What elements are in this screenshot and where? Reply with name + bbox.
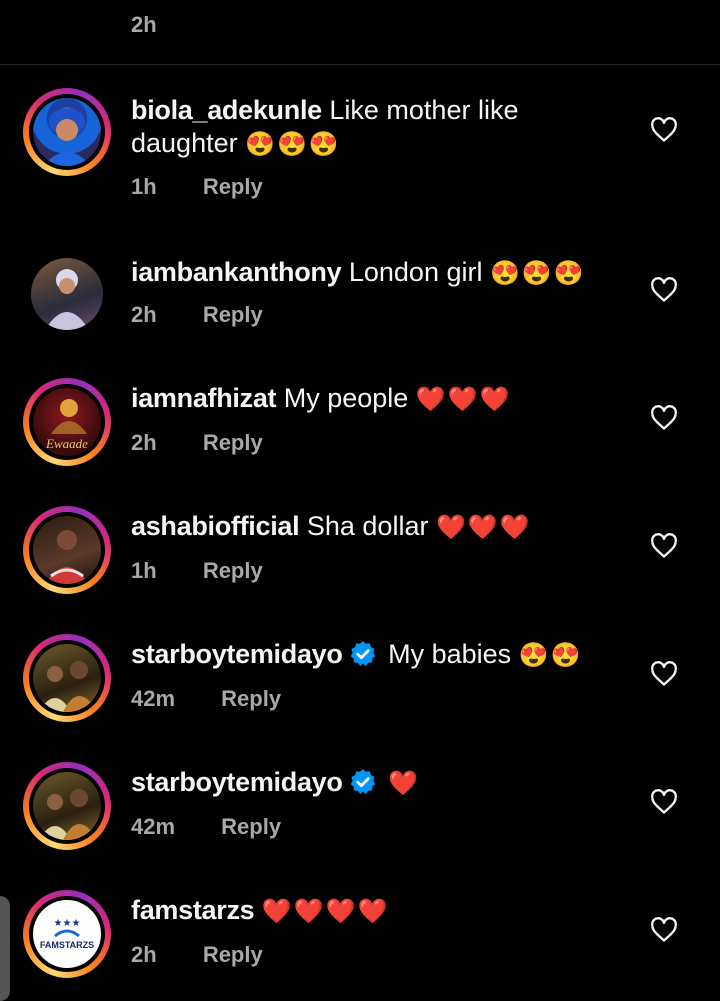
avatar[interactable]	[23, 506, 111, 594]
verified-badge-icon	[350, 641, 375, 667]
reply-button[interactable]: Reply	[221, 686, 281, 711]
avatar-photo	[39, 661, 97, 712]
reply-button[interactable]: Reply	[203, 302, 263, 327]
avatar-photo	[43, 108, 91, 166]
edge-panel-handle[interactable]	[0, 896, 10, 1001]
comment-username[interactable]: iambankanthony	[131, 257, 342, 287]
avatar-photo	[39, 789, 97, 840]
heart-outline-icon[interactable]	[650, 117, 678, 143]
reply-button[interactable]: Reply	[203, 558, 263, 583]
comment-emoji: ❤️❤️❤️❤️	[261, 898, 390, 925]
comment-text: London girl	[348, 257, 483, 287]
avatar[interactable]: ★★★ FAMSTARZS	[23, 890, 111, 978]
avatar-logo-text: FAMSTARZS	[40, 940, 94, 950]
comment-text: Like mother like	[329, 95, 519, 125]
avatar-photo	[45, 530, 89, 584]
avatar[interactable]: Ewaade	[23, 378, 111, 466]
avatar-logo-text: Ewaade	[45, 436, 88, 451]
famstarzs-logo: ★★★ FAMSTARZS	[40, 918, 94, 950]
comment-text: Sha dollar	[306, 511, 429, 541]
comment-time: 1h	[131, 558, 157, 583]
comment-text-continued: daughter	[131, 128, 238, 158]
heart-outline-icon[interactable]	[650, 789, 678, 815]
comment-emoji: 😍😍	[518, 642, 583, 669]
avatar[interactable]	[23, 88, 111, 176]
reply-button[interactable]: Reply	[221, 814, 281, 839]
avatar[interactable]	[23, 762, 111, 850]
comment-time: 2h	[131, 430, 157, 455]
reply-button[interactable]: Reply	[203, 174, 263, 199]
comment-text: My people	[283, 383, 409, 413]
comment-time: 2h	[131, 302, 157, 327]
comment-time: 42m	[131, 814, 176, 839]
comment-emoji: ❤️❤️❤️	[435, 514, 532, 541]
reply-button[interactable]: Reply	[203, 942, 263, 967]
avatar[interactable]	[23, 634, 111, 722]
svg-text:★★★: ★★★	[54, 918, 81, 929]
comment-emoji: ❤️	[388, 770, 420, 797]
previous-comment-time: 2h	[131, 12, 157, 37]
comment-time: 42m	[131, 686, 176, 711]
comment-username[interactable]: starboytemidayo	[131, 767, 343, 797]
comment-text: My babies	[388, 639, 512, 669]
heart-outline-icon[interactable]	[650, 533, 678, 559]
comment-emoji: ❤️❤️❤️	[415, 386, 512, 413]
comment-username[interactable]: starboytemidayo	[131, 639, 343, 669]
comment-username[interactable]: famstarzs	[131, 895, 255, 925]
divider	[0, 64, 720, 65]
comment-emoji: 😍😍😍	[245, 131, 341, 158]
verified-badge-icon	[350, 769, 375, 795]
comment-emoji: 😍😍😍	[489, 260, 586, 287]
comment-username[interactable]: biola_adekunle	[131, 95, 322, 125]
comment-username[interactable]: ashabiofficial	[131, 511, 300, 541]
heart-outline-icon[interactable]	[650, 661, 678, 687]
avatar-photo: Ewaade	[45, 399, 88, 451]
comment-time: 2h	[131, 942, 157, 967]
avatar-photo	[45, 269, 89, 330]
comment-username[interactable]: iamnafhizat	[131, 383, 277, 413]
comment-time: 1h	[131, 174, 157, 199]
reply-button[interactable]: Reply	[203, 430, 263, 455]
heart-outline-icon[interactable]	[650, 917, 678, 943]
heart-outline-icon[interactable]	[650, 405, 678, 431]
avatar[interactable]	[23, 250, 111, 338]
heart-outline-icon[interactable]	[650, 277, 678, 303]
